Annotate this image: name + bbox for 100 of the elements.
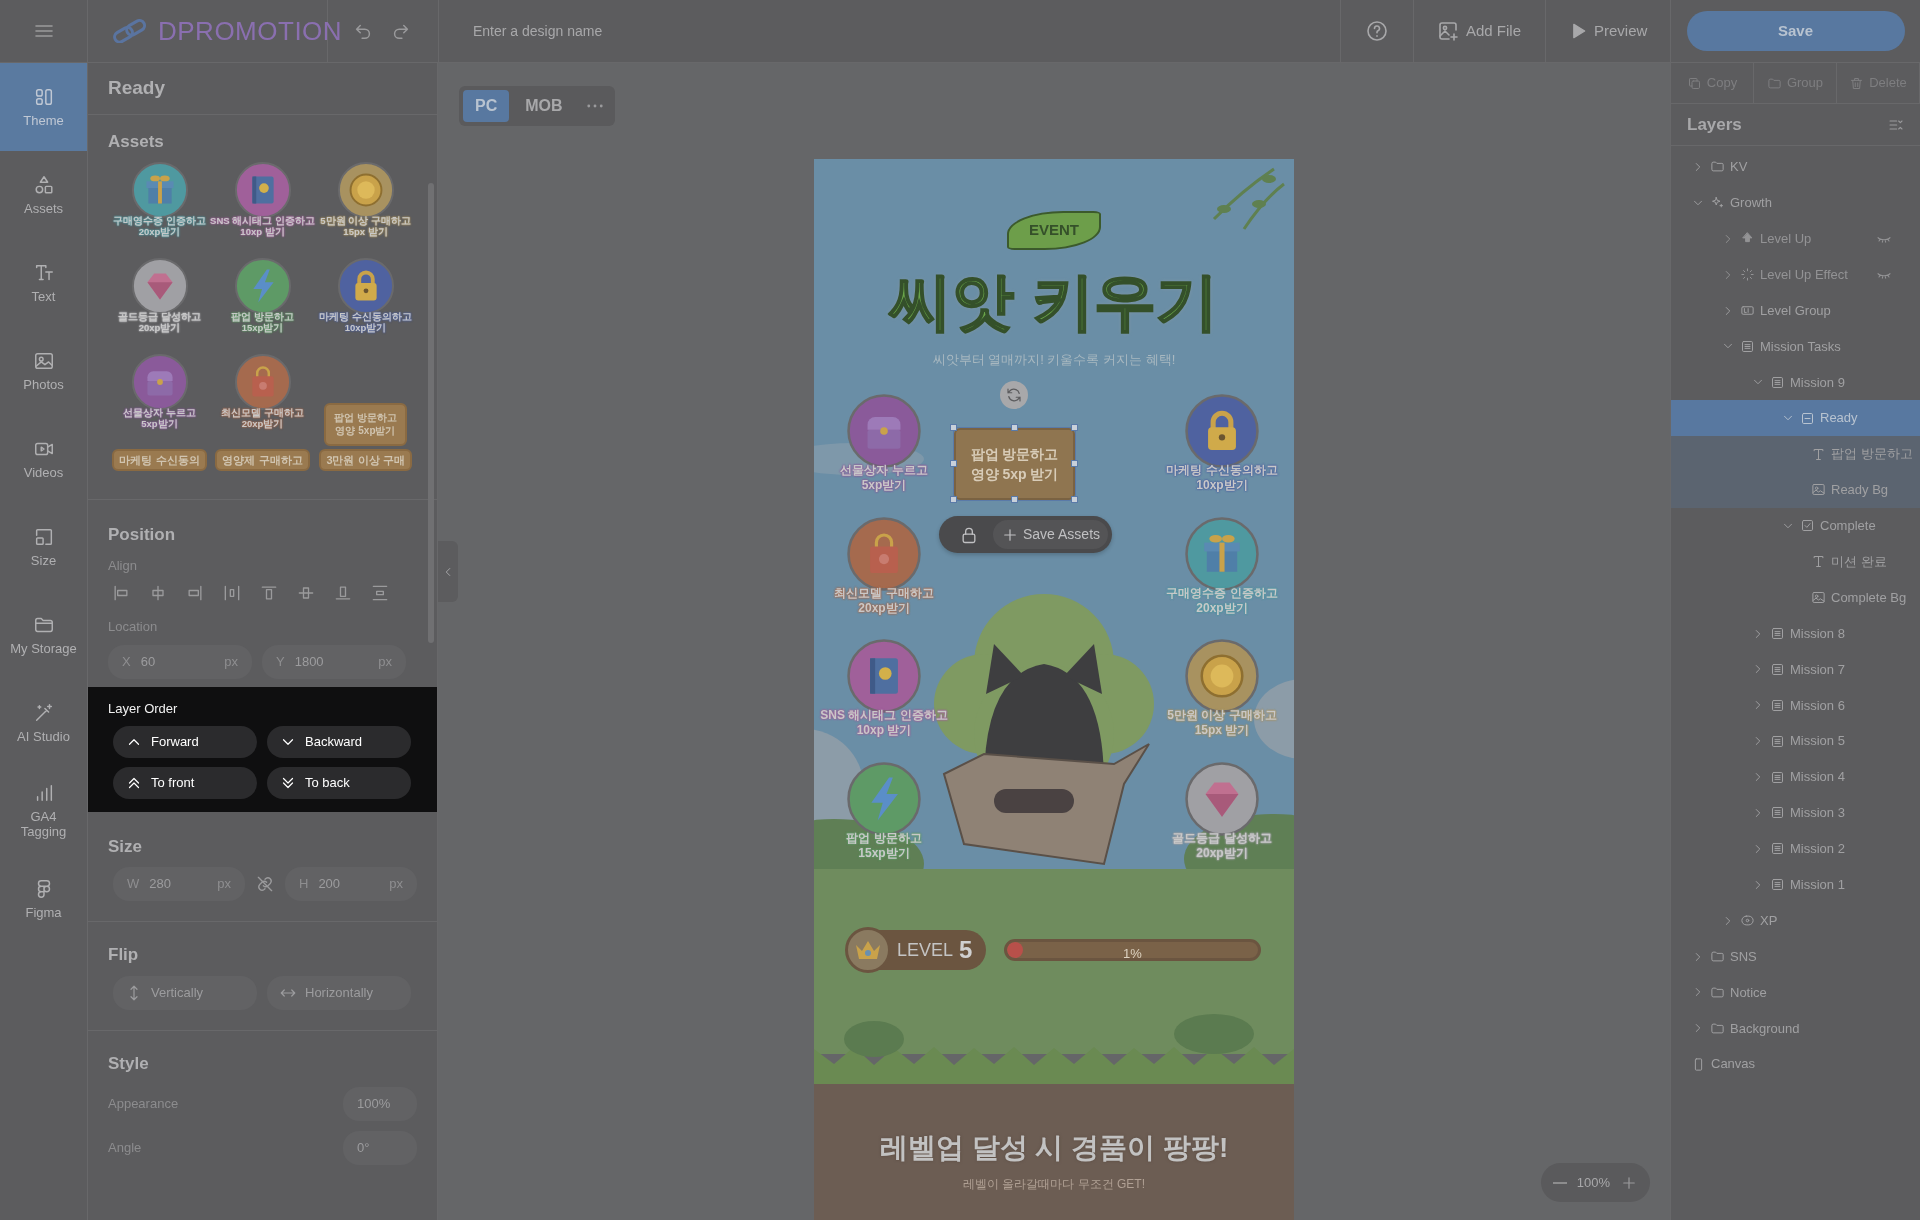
list-icon	[1770, 841, 1785, 857]
layer-row[interactable]: Complete Bg	[1671, 579, 1920, 616]
folder-icon	[1710, 949, 1725, 965]
asset-label[interactable]: 마케팅 수신동의하고 10xp받기	[319, 310, 412, 334]
footer-headline: 레벨업 달성 시 경품이 팡팡!	[879, 1132, 1229, 1163]
image-icon	[1811, 590, 1826, 606]
layer-row[interactable]: Mission 3	[1671, 795, 1920, 831]
value-field[interactable]: 0°	[343, 1131, 417, 1165]
unlink-button[interactable]	[255, 874, 275, 894]
save-assets-button[interactable]: Save Assets	[993, 520, 1109, 549]
sidebar-tab[interactable]: GA4 Tagging	[0, 767, 87, 855]
layer-name: Mission 4	[1790, 768, 1845, 787]
resize-handle[interactable]	[1071, 460, 1078, 467]
collapse-panel-button[interactable]	[438, 541, 458, 602]
sidebar-tab[interactable]: My Storage	[0, 591, 87, 679]
design-name-field[interactable]: Enter a design name	[471, 19, 871, 43]
asset-label[interactable]: 골드등급 달성하고 20xp받기	[118, 310, 201, 334]
layer-row[interactable]: SNS	[1671, 938, 1920, 975]
zoom-level: 100%	[1576, 1173, 1610, 1192]
layer-row[interactable]: 팝업 방문하고	[1671, 436, 1920, 472]
asset-tile[interactable]: 3만원 이상 구매	[319, 448, 412, 472]
front-button[interactable]: To front	[113, 767, 257, 799]
unlink-icon	[255, 874, 275, 894]
layer-row[interactable]: Mission 9	[1671, 364, 1920, 401]
value-field[interactable]: 100%	[343, 1087, 417, 1121]
layer-row[interactable]: Background	[1671, 1010, 1920, 1047]
layer-name: Mission 1	[1790, 876, 1845, 894]
folder-icon	[1710, 1020, 1725, 1036]
layer-name: 미션 완료	[1831, 553, 1887, 571]
layer-row[interactable]: Level Group	[1671, 292, 1920, 329]
sidebar-tab[interactable]: Figma	[0, 855, 87, 943]
layer-row[interactable]: Mission Tasks	[1671, 328, 1920, 365]
layer-row[interactable]: Mission 8	[1671, 615, 1920, 652]
asset-label[interactable]: 5만원 이상 구매하고 15px 받기	[320, 214, 411, 238]
selected-text-element[interactable]: 팝업 방문하고 영양 5xp 받기	[954, 428, 1075, 500]
asset-label[interactable]: SNS 해시태그 인증하고 10xp 받기	[210, 214, 315, 238]
flip-horizontal-button[interactable]: Horizontally	[267, 975, 411, 1010]
layer-row[interactable]: Mission 1	[1671, 866, 1920, 903]
level-number: 5	[959, 935, 973, 965]
resize-handle[interactable]	[1010, 424, 1018, 431]
asset-label[interactable]: 최신모델 구매하고 20xp받기	[221, 406, 304, 430]
save-button[interactable]: Save	[1686, 11, 1905, 51]
layer-row[interactable]: Mission 7	[1671, 651, 1920, 688]
layer-row[interactable]: Growth	[1671, 184, 1920, 221]
layer-row[interactable]: Mission 2	[1671, 830, 1920, 867]
layer-name: Complete	[1820, 517, 1876, 536]
sidebar-tab[interactable]: Theme	[0, 63, 87, 151]
resize-handle[interactable]	[1071, 496, 1078, 503]
list-icon	[1770, 626, 1785, 641]
zoom-out-button[interactable]	[1552, 1181, 1567, 1184]
add-file-button[interactable]: Add File	[1413, 0, 1545, 62]
layer-row[interactable]: Mission 6	[1671, 687, 1920, 724]
layer-row[interactable]: Complete	[1671, 507, 1920, 544]
list-icon	[1770, 661, 1785, 677]
back-button[interactable]: To back	[267, 767, 411, 799]
asset-tile[interactable]: 마케팅 수신동의	[112, 448, 207, 472]
flip-vertical-button[interactable]: Vertically	[113, 975, 257, 1010]
layer-row[interactable]: KV	[1671, 149, 1920, 185]
folder-icon	[1766, 75, 1782, 91]
asset-label[interactable]: 팝업 방문하고 15xp받기	[231, 310, 294, 334]
layer-row[interactable]: 미션 완료	[1671, 543, 1920, 580]
sidebar-tab[interactable]: Videos	[0, 415, 87, 503]
layer-row[interactable]: Notice	[1671, 974, 1920, 1011]
layer-name: 팝업 방문하고	[1831, 445, 1913, 464]
asset-label[interactable]: 구매영수증 인증하고 20xp받기	[113, 214, 206, 238]
mission-label: 선물상자 누르고 5xp받기	[840, 463, 928, 493]
asset-label[interactable]: 선물상자 누르고 5xp받기	[123, 406, 196, 430]
layer-row[interactable]: Ready Bg	[1671, 472, 1920, 508]
resize-handle[interactable]	[950, 496, 957, 503]
sidebar-tab[interactable]: Text	[0, 239, 87, 327]
copy-icon	[1686, 75, 1702, 91]
brand-name: DPROMOTION	[158, 14, 343, 48]
folder-icon	[1710, 159, 1725, 175]
layer-row[interactable]: Ready	[1671, 400, 1920, 437]
sidebar-tab[interactable]: Photos	[0, 327, 87, 415]
layer-row[interactable]: XP	[1671, 902, 1920, 939]
layer-row[interactable]: Mission 5	[1671, 723, 1920, 760]
layer-name: KV	[1730, 158, 1748, 177]
text-icon	[1811, 554, 1826, 570]
sidebar-tab[interactable]: Size	[0, 503, 87, 591]
resize-handle[interactable]	[950, 424, 957, 431]
list-icon	[1770, 733, 1785, 749]
device-tab[interactable]: MOB	[513, 90, 575, 122]
forward-button[interactable]: Forward	[113, 726, 257, 758]
resize-handle[interactable]	[1010, 496, 1018, 503]
section-title: Style	[108, 1052, 150, 1075]
resize-handle[interactable]	[950, 460, 957, 467]
asset-tile[interactable]: 영양제 구매하고	[215, 448, 310, 472]
backward-button[interactable]: Backward	[267, 726, 411, 758]
layer-name: Mission Tasks	[1760, 337, 1841, 356]
section-title: Assets	[108, 132, 164, 151]
layer-row[interactable]: Mission 4	[1671, 759, 1920, 796]
resize-handle[interactable]	[1071, 424, 1078, 431]
sidebar-tab[interactable]: AI Studio	[0, 679, 87, 767]
layer-row[interactable]: Canvas	[1671, 1046, 1920, 1083]
asset-tile[interactable]: 팝업 방문하고 영양 5xp받기	[324, 402, 407, 446]
sidebar-tab[interactable]: Assets	[0, 151, 87, 239]
device-tab[interactable]: PC	[463, 90, 510, 122]
section-title: Flip	[108, 944, 140, 966]
help-icon	[1365, 19, 1389, 43]
